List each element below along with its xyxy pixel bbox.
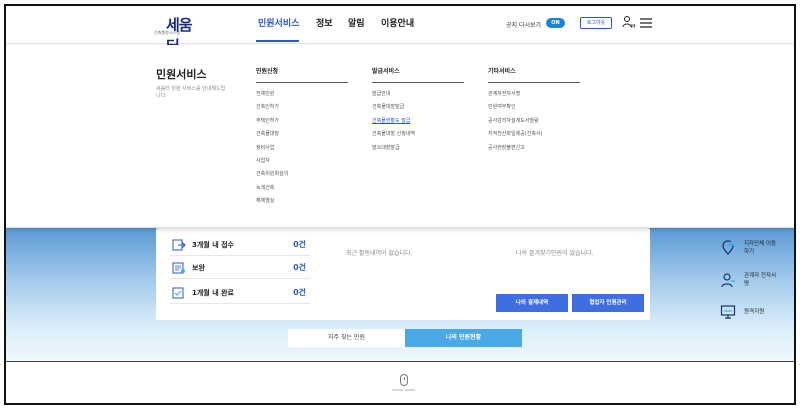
nav-guide[interactable]: 이용안내 [381, 16, 414, 29]
menu-item[interactable]: 민원여부확인 [488, 103, 580, 116]
location-pin-icon [722, 240, 734, 255]
side-link-label: 관계자 전자서명 [744, 273, 777, 287]
mouse-icon [400, 374, 408, 386]
menu-column-issuance: 발급서비스 발급안내 건축물대장발급 건축물현황도 발급 건축물대장 신청내역 … [372, 66, 464, 157]
tab-my-status[interactable]: 나의 민원현황 [405, 329, 522, 347]
status-label: 보완 [192, 264, 205, 272]
menu-item[interactable]: 건축인허가 [256, 103, 348, 116]
scroll-down-indicator[interactable]: SCROLL DOWN [392, 374, 415, 392]
menu-column-heading: 발급서비스 [372, 66, 464, 83]
mega-menu-title: 민원서비스 [156, 68, 207, 81]
status-row-received[interactable]: 3개월 내 접수 0건 [170, 236, 310, 256]
site-header: 세움터 건축행정시스템 민원서비스 정보 알림 이용안내 공지 다시보기 ON … [6, 6, 794, 55]
footer-divider [6, 361, 794, 362]
menu-item[interactable]: 전체민원 [256, 90, 348, 103]
scroll-down-label: SCROLL DOWN [392, 388, 415, 392]
menu-column-heading: 민원신청 [256, 66, 348, 83]
side-link-e-signature[interactable]: 관계자 전자서명 [720, 272, 780, 292]
nav-active-underline [256, 40, 299, 42]
logo[interactable]: 세움터 건축행정시스템 [154, 15, 194, 55]
status-row-completed[interactable]: 1개월 내 완료 0건 [170, 284, 310, 304]
status-count: 0건 [293, 240, 306, 249]
side-link-label: 지자단체 이동하기 [744, 241, 777, 255]
remote-monitor-icon [720, 305, 736, 319]
side-link-label: 원격지원 [744, 309, 765, 315]
status-label: 1개월 내 완료 [192, 289, 234, 297]
nav-civil-service[interactable]: 민원서비스 [258, 16, 299, 29]
menu-item[interactable]: 발급안내 [372, 90, 464, 103]
document-edit-icon [172, 262, 185, 274]
side-link-local-gov[interactable]: 지자단체 이동하기 [720, 240, 780, 260]
person-sign-icon [721, 273, 735, 288]
menu-item[interactable]: 말소대장발급 [372, 144, 464, 157]
menu-item[interactable]: 관계자전자서명 [488, 90, 580, 103]
bottom-tabs: 자주 찾는 민원 나의 민원현황 [288, 329, 522, 347]
menu-column-apply: 민원신청 전체민원 건축인허가 주택인허가 건축물대장 정비사업 사업자 건축위… [256, 66, 348, 211]
my-page-icon[interactable]: My [622, 15, 636, 29]
menu-item[interactable]: 지적전산파일제공(건축사) [488, 130, 580, 143]
nav-notice[interactable]: 알림 [348, 16, 365, 29]
document-complete-icon [172, 287, 184, 299]
menu-item[interactable]: 공사현장불편신고 [488, 144, 580, 157]
menu-column-heading: 기타서비스 [488, 66, 580, 83]
agency-management-button[interactable]: 협업자 민원관리 [572, 294, 644, 312]
menu-item[interactable]: 건축위원회심의 [256, 170, 348, 183]
notice-toggle[interactable]: ON [546, 18, 565, 28]
menu-item-selected[interactable]: 건축물현황도 발급 [372, 117, 464, 130]
logout-button[interactable]: 로그아웃 [580, 17, 612, 29]
menu-item[interactable]: 건축물대장 신청내역 [372, 130, 464, 143]
recent-activity-empty: 최근 활동내역이 없습니다. [346, 250, 413, 257]
status-count: 0건 [293, 288, 306, 297]
side-link-remote-support[interactable]: 원격지원 [720, 304, 780, 320]
mega-menu-description: 세움터 민원 서비스를 안내해드립니다. [156, 86, 226, 99]
mega-menu: 민원서비스 세움터 민원 서비스를 안내해드립니다. 민원신청 전체민원 건축인… [6, 45, 794, 228]
browser-frame: 3개월 내 접수 0건 보완 0건 1개월 내 완료 0건 최근 활동내역이 없… [4, 4, 796, 405]
status-count: 0건 [293, 263, 306, 272]
nav-info[interactable]: 정보 [316, 16, 333, 29]
menu-item[interactable]: 정비사업 [256, 144, 348, 157]
menu-item[interactable]: 건축물대장발급 [372, 103, 464, 116]
menu-item[interactable]: 공사감리자설계도서열람 [488, 117, 580, 130]
menu-item[interactable]: 건축물대장 [256, 130, 348, 143]
document-inbox-icon [172, 239, 186, 251]
menu-column-other: 기타서비스 관계자전자서명 민원여부확인 공사감리자설계도서열람 지적전산파일제… [488, 66, 580, 157]
tab-frequent-services[interactable]: 자주 찾는 민원 [288, 329, 405, 347]
hamburger-menu-icon[interactable] [640, 18, 652, 28]
svg-text:My: My [631, 24, 636, 29]
menu-item[interactable]: 해체멸실 [256, 197, 348, 210]
logo-subtitle: 건축행정시스템 [154, 30, 180, 35]
status-row-supplement[interactable]: 보완 0건 [170, 259, 310, 279]
my-payments-button[interactable]: 나의 결제내역 [496, 294, 568, 312]
notice-replay-label: 공지 다시보기 [506, 22, 542, 29]
menu-item[interactable]: 사업자 [256, 157, 348, 170]
menu-item[interactable]: 녹색건축 [256, 184, 348, 197]
favorites-empty: 나의 즐겨찾기민원이 없습니다. [516, 250, 594, 257]
status-label: 3개월 내 접수 [192, 241, 234, 249]
menu-item[interactable]: 주택인허가 [256, 117, 348, 130]
